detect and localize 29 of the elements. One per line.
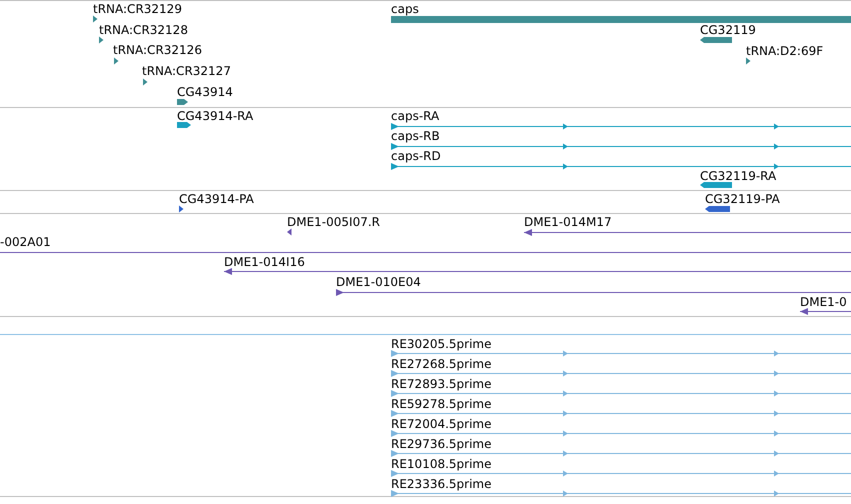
feature-label: tRNA:D2:69F xyxy=(746,44,824,58)
feature-label: DME1-005I07.R xyxy=(287,215,380,229)
feature-label: CG43914 xyxy=(177,85,233,99)
feature-label: tRNA:CR32126 xyxy=(113,43,202,57)
feature-label: caps-RB xyxy=(391,129,440,143)
feature-label: DME1-0 xyxy=(800,295,847,309)
feature-label: caps xyxy=(391,2,419,16)
feature-label: DME1-014I16 xyxy=(224,255,305,269)
feature-label: CG43914-RA xyxy=(177,109,254,123)
feature-label: CG43914-PA xyxy=(179,192,254,206)
feature-label: -002A01 xyxy=(0,235,51,249)
feature-label: tRNA:CR32129 xyxy=(93,2,182,16)
feature-label: caps-RD xyxy=(391,149,441,163)
feature-label: RE29736.5prime xyxy=(391,437,492,451)
feature-label: RE23336.5prime xyxy=(391,477,492,491)
feature-label: tRNA:CR32128 xyxy=(99,23,188,37)
feature-label: RE72893.5prime xyxy=(391,377,492,391)
feature-label: CG32119-PA xyxy=(705,192,780,206)
feature-label: RE30205.5prime xyxy=(391,337,492,351)
feature-label: RE72004.5prime xyxy=(391,417,492,431)
feature-label: RE10108.5prime xyxy=(391,457,492,471)
feature-label: tRNA:CR32127 xyxy=(142,64,231,78)
feature-label: DME1-014M17 xyxy=(524,215,612,229)
feature-label: RE27268.5prime xyxy=(391,357,492,371)
feature-label: caps-RA xyxy=(391,109,440,123)
feature-label: CG32119-RA xyxy=(700,169,776,183)
feature-label: RE59278.5prime xyxy=(391,397,492,411)
feature-label: CG32119 xyxy=(700,23,756,37)
feature-label: DME1-010E04 xyxy=(336,275,421,289)
